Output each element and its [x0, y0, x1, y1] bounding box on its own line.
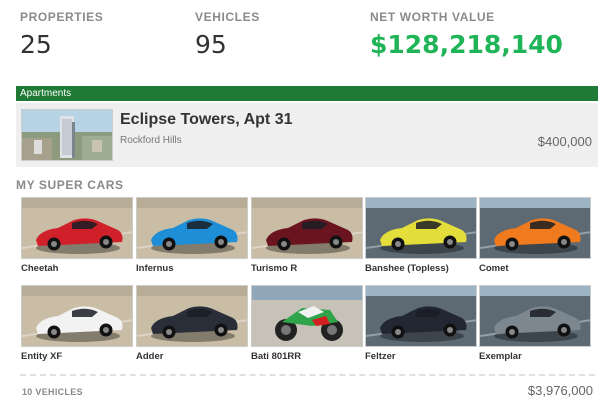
apartments-header: Apartments [16, 86, 598, 101]
vehicles-value: 95 [195, 30, 227, 59]
networth-stat: NET WORTH VALUE $128,218,140 [370, 10, 563, 59]
car-name: Feltzer [365, 351, 396, 362]
car-tile[interactable]: Banshee (Topless) [365, 197, 477, 274]
sports-car-icon [137, 198, 247, 258]
car-tile[interactable]: Adder [136, 285, 248, 362]
networth-value: $128,218,140 [370, 30, 563, 59]
sports-car-icon [366, 198, 476, 258]
car-name: Infernus [136, 263, 174, 274]
stats-bar: PROPERTIES 25 VEHICLES 95 NET WORTH VALU… [20, 10, 600, 70]
sports-car-icon [22, 286, 132, 346]
car-thumbnail [365, 285, 477, 347]
car-name: Entity XF [21, 351, 63, 362]
networth-label: NET WORTH VALUE [370, 10, 495, 24]
car-thumbnail [21, 197, 133, 259]
vehicles-stat: VEHICLES 95 [195, 10, 260, 59]
sports-car-icon [480, 198, 590, 258]
vehicles-total-value: $3,976,000 [527, 383, 593, 398]
car-tile[interactable]: Turismo R [251, 197, 363, 274]
car-thumbnail [479, 197, 591, 259]
cars-section-title: MY SUPER CARS [16, 178, 124, 192]
car-thumbnail [479, 285, 591, 347]
divider [20, 374, 595, 376]
car-name: Comet [479, 263, 509, 274]
apartment-image-icon [22, 110, 112, 160]
car-thumbnail [365, 197, 477, 259]
properties-label: PROPERTIES [20, 10, 104, 24]
vehicles-count: 10 VEHICLES [22, 387, 83, 397]
car-tile[interactable]: Infernus [136, 197, 248, 274]
car-name: Bati 801RR [251, 351, 302, 362]
car-tile[interactable]: Feltzer [365, 285, 477, 362]
car-thumbnail [251, 197, 363, 259]
sports-car-icon [22, 198, 132, 258]
sports-car-icon [252, 198, 362, 258]
apartment-card[interactable]: Eclipse Towers, Apt 31 Rockford Hills $4… [16, 103, 598, 167]
car-name: Exemplar [479, 351, 522, 362]
apartment-name: Eclipse Towers, Apt 31 [120, 111, 293, 128]
properties-value: 25 [20, 30, 52, 59]
apartment-price: $400,000 [537, 134, 592, 149]
car-thumbnail [21, 285, 133, 347]
car-name: Adder [136, 351, 164, 362]
car-thumbnail [136, 285, 248, 347]
car-name: Cheetah [21, 263, 59, 274]
apartment-thumbnail [21, 109, 113, 161]
apartment-area: Rockford Hills [120, 135, 182, 146]
car-thumbnail [136, 197, 248, 259]
vehicles-label: VEHICLES [195, 10, 260, 24]
car-tile[interactable]: Exemplar [479, 285, 591, 362]
car-thumbnail [251, 285, 363, 347]
sports-car-icon [137, 286, 247, 346]
car-tile[interactable]: Entity XF [21, 285, 133, 362]
sports-car-icon [480, 286, 590, 346]
car-name: Banshee (Topless) [365, 263, 449, 274]
car-tile[interactable]: Bati 801RR [251, 285, 363, 362]
car-name: Turismo R [251, 263, 298, 274]
car-tile[interactable]: Comet [479, 197, 591, 274]
car-tile[interactable]: Cheetah [21, 197, 133, 274]
properties-stat: PROPERTIES 25 [20, 10, 103, 59]
sports-car-icon [366, 286, 476, 346]
motorcycle-icon [252, 286, 362, 346]
